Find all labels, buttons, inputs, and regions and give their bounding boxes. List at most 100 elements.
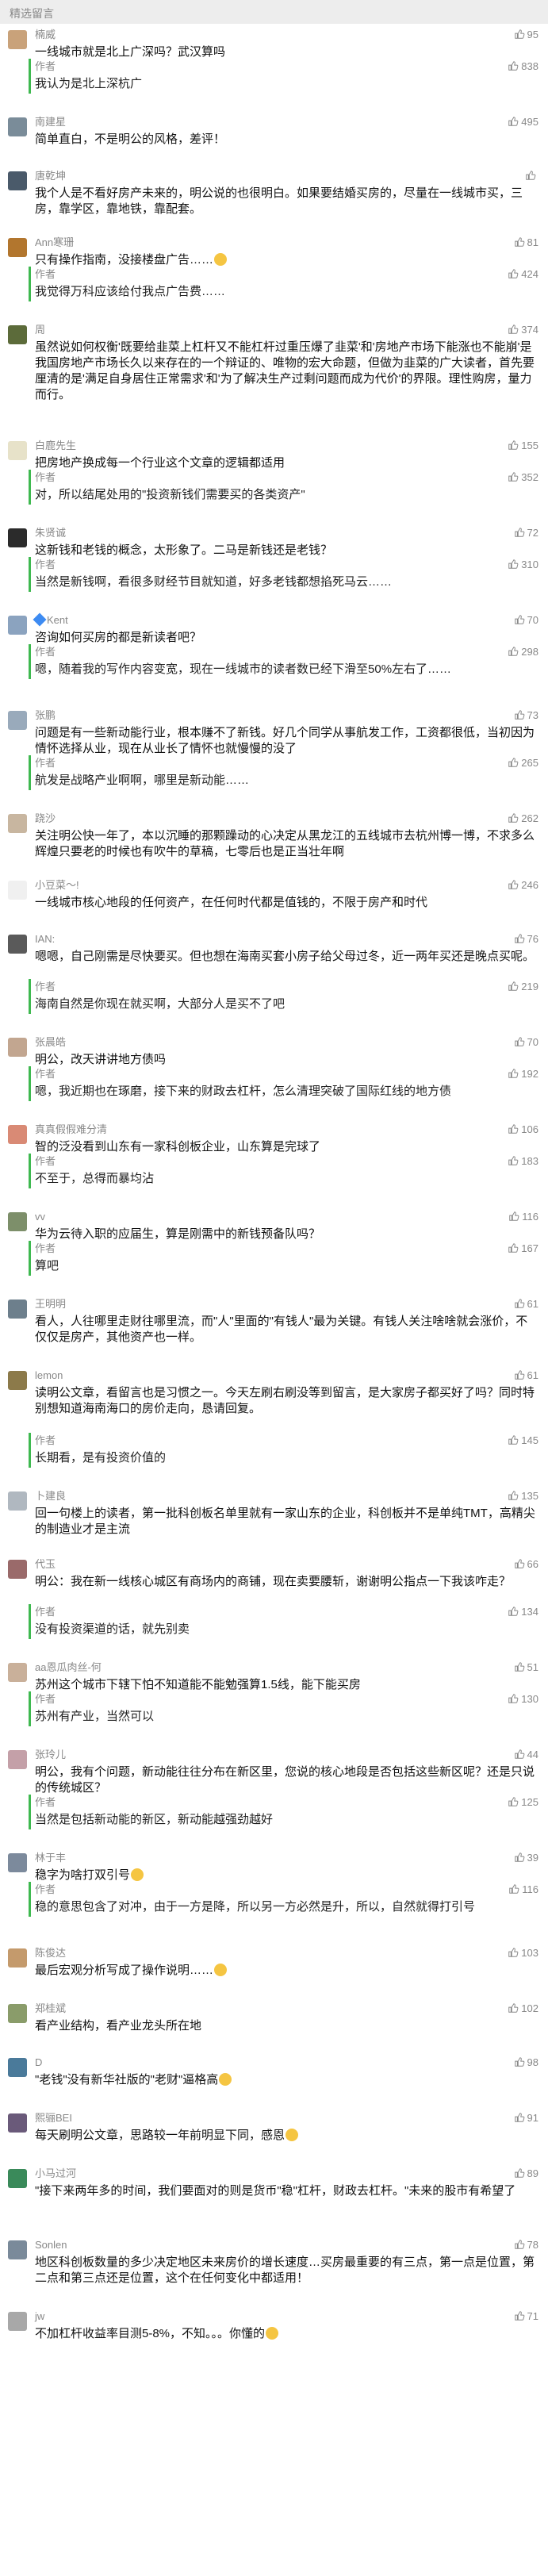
avatar[interactable] — [8, 881, 27, 900]
avatar[interactable] — [8, 1560, 27, 1579]
like-button[interactable]: 495 — [508, 116, 538, 129]
like-button[interactable]: 61 — [514, 1298, 538, 1311]
avatar[interactable] — [8, 1125, 27, 1144]
like-button[interactable]: 44 — [514, 1749, 538, 1761]
comment-text-content: 回一句楼上的读者，第一批科创板名单里就有一家山东的企业，科创板并不是单纯TMT，… — [35, 1507, 535, 1536]
reply-like-button[interactable]: 298 — [508, 646, 538, 658]
like-button[interactable]: 102 — [508, 2002, 538, 2015]
like-button[interactable]: 155 — [508, 440, 538, 452]
comment-text: 咨询如何买房的都是新读者吧？ — [35, 630, 537, 646]
reply-like-button[interactable]: 125 — [508, 1796, 538, 1809]
thumbs-up-icon — [514, 1558, 525, 1569]
like-button[interactable]: 262 — [508, 812, 538, 825]
like-button[interactable]: 135 — [508, 1490, 538, 1503]
avatar[interactable] — [8, 1750, 27, 1769]
like-button[interactable]: 71 — [514, 2310, 538, 2323]
like-button[interactable]: 70 — [514, 614, 538, 627]
reply-like-button[interactable]: 130 — [508, 1693, 538, 1706]
avatar[interactable] — [8, 1948, 27, 1968]
like-button[interactable]: 103 — [508, 1947, 538, 1960]
comment-text: 看产业结构，看产业龙头所在地 — [35, 2018, 537, 2034]
avatar[interactable] — [8, 117, 27, 136]
like-button[interactable]: 246 — [508, 879, 538, 892]
like-button[interactable]: 76 — [514, 933, 538, 946]
comment-list: 楠威 95 一线城市就是北上广深吗？武汉算吗 作者 838 我认为是北上深杭广 南建星 495… — [0, 24, 548, 2576]
reply-like-button[interactable]: 183 — [508, 1155, 538, 1168]
avatar[interactable] — [8, 2312, 27, 2331]
avatar[interactable] — [8, 1853, 27, 1872]
like-button[interactable]: 72 — [514, 527, 538, 539]
author-reply-bar — [29, 979, 31, 1014]
avatar[interactable] — [8, 616, 27, 635]
author-reply-text: 当然是新钱啊，看很多财经节目就知道，好多老钱都想掐死马云…… — [35, 575, 393, 589]
avatar-image — [8, 814, 27, 833]
like-button[interactable]: 116 — [508, 1211, 538, 1223]
like-button[interactable]: 91 — [514, 2112, 538, 2125]
thumbs-up-icon — [508, 646, 519, 657]
reply-like-button[interactable]: 167 — [508, 1242, 538, 1255]
avatar[interactable] — [8, 1371, 27, 1390]
like-button[interactable]: 95 — [514, 29, 538, 41]
like-button[interactable]: 106 — [508, 1123, 538, 1136]
reply-like-button[interactable]: 219 — [508, 981, 538, 993]
author-tag: 作者 — [35, 646, 56, 658]
avatar[interactable] — [8, 1300, 27, 1319]
thumbs-up-icon — [514, 1661, 525, 1672]
commenter-name: lemon — [35, 1369, 63, 1382]
like-button[interactable]: 73 — [514, 709, 538, 722]
author-tag: 作者 — [35, 559, 56, 570]
avatar[interactable] — [8, 171, 27, 190]
avatar-image — [8, 1300, 27, 1319]
author-reply-text: 嗯，随着我的写作内容变宽，现在一线城市的读者数已经下滑至50%左右了…… — [35, 662, 452, 676]
like-button[interactable]: 78 — [514, 2239, 538, 2252]
reply-like-button[interactable]: 145 — [508, 1434, 538, 1447]
avatar[interactable] — [8, 1212, 27, 1231]
author-tag: 作者 — [35, 268, 56, 280]
like-button[interactable]: 61 — [514, 1369, 538, 1382]
reply-like-count: 352 — [521, 471, 538, 483]
avatar[interactable] — [8, 325, 27, 344]
reply-like-button[interactable]: 265 — [508, 757, 538, 770]
avatar[interactable] — [8, 1038, 27, 1057]
commenter-name: 小马过河 — [35, 2167, 76, 2180]
thumbs-up-icon — [514, 1298, 525, 1309]
like-button[interactable]: 51 — [514, 1661, 538, 1674]
like-button[interactable]: 81 — [514, 236, 538, 249]
avatar[interactable] — [8, 1663, 27, 1682]
like-button[interactable]: 98 — [514, 2056, 538, 2069]
avatar[interactable] — [8, 935, 27, 954]
like-button[interactable]: 70 — [514, 1036, 538, 1049]
reply-like-button[interactable]: 310 — [508, 559, 538, 571]
emoji-icon — [214, 1964, 228, 1976]
avatar[interactable] — [8, 441, 27, 460]
avatar[interactable] — [8, 1491, 27, 1511]
avatar[interactable] — [8, 528, 27, 547]
avatar[interactable] — [8, 238, 27, 257]
avatar[interactable] — [8, 711, 27, 730]
reply-like-button[interactable]: 838 — [508, 60, 538, 73]
avatar[interactable] — [8, 2113, 27, 2133]
reply-like-button[interactable]: 134 — [508, 1606, 538, 1618]
like-button[interactable]: 66 — [514, 1558, 538, 1571]
comment-text: 关注明公快一年了，本以沉睡的那颗躁动的心决定从黑龙江的五线城市去杭州博一博，不求… — [35, 828, 537, 860]
avatar[interactable] — [8, 814, 27, 833]
reply-like-count: 265 — [521, 757, 538, 769]
avatar[interactable] — [8, 2240, 27, 2259]
like-button[interactable]: 39 — [514, 1852, 538, 1864]
like-button[interactable]: 89 — [514, 2167, 538, 2180]
reply-like-button[interactable]: 192 — [508, 1068, 538, 1081]
reply-like-button[interactable]: 424 — [508, 268, 538, 281]
thumbs-up-icon — [508, 1490, 519, 1501]
reply-like-button[interactable]: 116 — [508, 1883, 538, 1896]
avatar[interactable] — [8, 2004, 27, 2023]
like-count: 116 — [522, 1211, 538, 1223]
reply-like-button[interactable]: 352 — [508, 471, 538, 484]
thumbs-up-icon — [508, 1796, 519, 1807]
avatar[interactable] — [8, 2058, 27, 2077]
avatar[interactable] — [8, 2169, 27, 2188]
avatar[interactable] — [8, 30, 27, 49]
comment-text-content: 最后宏观分析写成了操作说明…… — [35, 1964, 214, 1977]
like-button[interactable]: 374 — [508, 324, 538, 336]
like-button[interactable] — [525, 170, 538, 182]
comment-text: 明公，改天讲讲地方债吗 — [35, 1052, 537, 1068]
